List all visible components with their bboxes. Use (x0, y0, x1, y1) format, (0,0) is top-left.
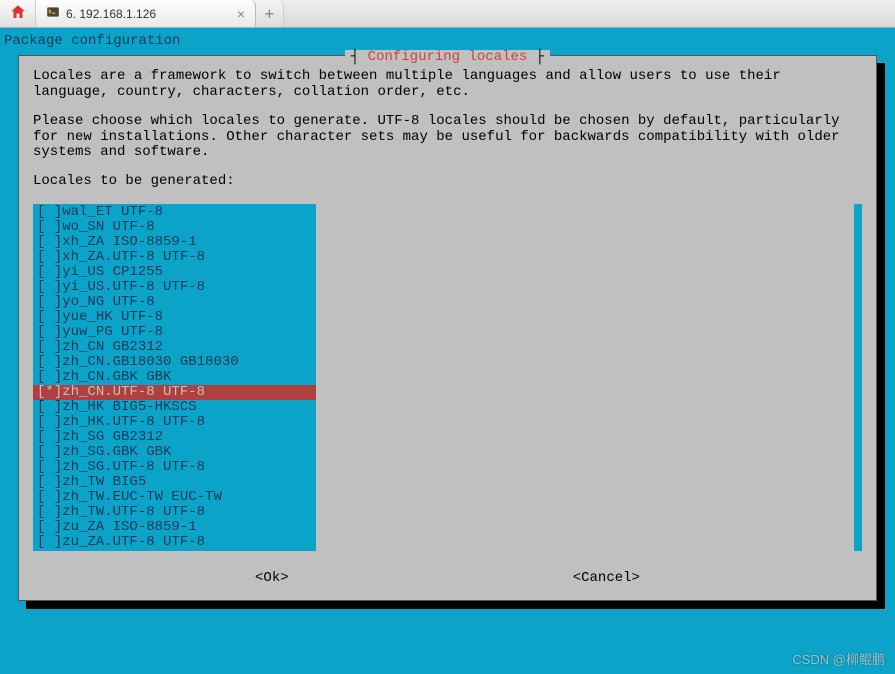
locale-label: zh_SG.GBK GBK (62, 445, 171, 460)
locale-label: yo_NG UTF-8 (62, 295, 154, 310)
locale-item[interactable]: [ ] xh_ZA.UTF-8 UTF-8 (33, 250, 316, 265)
locale-label: zh_TW.EUC-TW EUC-TW (62, 490, 222, 505)
locale-item[interactable]: [ ] zu_ZA.UTF-8 UTF-8 (33, 535, 316, 550)
checkbox-icon[interactable]: [ ] (37, 250, 62, 265)
locale-item[interactable]: [ ] yue_HK UTF-8 (33, 310, 316, 325)
locale-label: zh_CN GB2312 (62, 340, 163, 355)
checkbox-icon[interactable]: [ ] (37, 310, 62, 325)
locale-label: zh_SG GB2312 (62, 430, 163, 445)
checkbox-icon[interactable]: [ ] (37, 220, 62, 235)
locale-label: wal_ET UTF-8 (62, 205, 163, 220)
terminal-area: Package configuration Configuring locale… (0, 28, 895, 674)
locale-label: zh_CN.GB18030 GB18030 (62, 355, 238, 370)
checkbox-icon[interactable]: [ ] (37, 400, 62, 415)
watermark: CSDN @柳鲲鹏 (792, 649, 885, 668)
checkbox-icon[interactable]: [ ] (37, 505, 62, 520)
locale-item[interactable]: [ ] yo_NG UTF-8 (33, 295, 316, 310)
checkbox-icon[interactable]: [ ] (37, 415, 62, 430)
checkbox-icon[interactable]: [ ] (37, 370, 62, 385)
terminal-icon (46, 5, 60, 22)
locale-item[interactable]: [ ] zh_CN.GB18030 GB18030 (33, 355, 316, 370)
checkbox-icon[interactable]: [ ] (37, 430, 62, 445)
locale-item[interactable]: [*] zh_CN.UTF-8 UTF-8 (33, 385, 316, 400)
locale-item[interactable]: [ ] zu_ZA ISO-8859-1 (33, 520, 316, 535)
tab-title: 6. 192.168.1.126 (66, 7, 156, 21)
checkbox-icon[interactable]: [ ] (37, 535, 62, 550)
home-icon (9, 3, 27, 25)
checkbox-icon[interactable]: [*] (37, 385, 62, 400)
checkbox-icon[interactable]: [ ] (37, 445, 62, 460)
locale-label: zh_TW.UTF-8 UTF-8 (62, 505, 205, 520)
locale-item[interactable]: [ ] wo_SN UTF-8 (33, 220, 316, 235)
locale-label: wo_SN UTF-8 (62, 220, 154, 235)
plus-icon: + (265, 4, 275, 23)
checkbox-icon[interactable]: [ ] (37, 490, 62, 505)
browser-tab-bar: 6. 192.168.1.126 × + (0, 0, 895, 28)
locale-label: xh_ZA ISO-8859-1 (62, 235, 196, 250)
checkbox-icon[interactable]: [ ] (37, 340, 62, 355)
cancel-button[interactable]: <Cancel> (573, 571, 640, 586)
locale-label: yi_US CP1255 (62, 265, 163, 280)
locale-label: zh_HK BIG5-HKSCS (62, 400, 196, 415)
new-tab-button[interactable]: + (256, 0, 284, 27)
package-config-header: Package configuration (0, 28, 895, 51)
dialog-paragraph-1: Locales are a framework to switch betwee… (33, 69, 862, 100)
scrollbar[interactable] (854, 204, 862, 551)
locale-item[interactable]: [ ] zh_TW.UTF-8 UTF-8 (33, 505, 316, 520)
locale-item[interactable]: [ ] zh_HK.UTF-8 UTF-8 (33, 415, 316, 430)
close-icon[interactable]: × (237, 6, 245, 22)
checkbox-icon[interactable]: [ ] (37, 265, 62, 280)
list-label: Locales to be generated: (33, 174, 862, 189)
locale-item[interactable]: [ ] yi_US CP1255 (33, 265, 316, 280)
locale-label: yue_HK UTF-8 (62, 310, 163, 325)
locale-label: xh_ZA.UTF-8 UTF-8 (62, 250, 205, 265)
locale-item[interactable]: [ ] zh_HK BIG5-HKSCS (33, 400, 316, 415)
checkbox-icon[interactable]: [ ] (37, 520, 62, 535)
checkbox-icon[interactable]: [ ] (37, 205, 62, 220)
locale-item[interactable]: [ ] zh_TW.EUC-TW EUC-TW (33, 490, 316, 505)
dialog-title: Configuring locales (345, 50, 550, 65)
locale-item[interactable]: [ ] zh_SG.UTF-8 UTF-8 (33, 460, 316, 475)
locale-item[interactable]: [ ] yi_US.UTF-8 UTF-8 (33, 280, 316, 295)
checkbox-icon[interactable]: [ ] (37, 325, 62, 340)
checkbox-icon[interactable]: [ ] (37, 295, 62, 310)
dialog-paragraph-2: Please choose which locales to generate.… (33, 114, 862, 160)
ok-button[interactable]: <Ok> (255, 571, 289, 586)
locale-item[interactable]: [ ] zh_CN.GBK GBK (33, 370, 316, 385)
locale-item[interactable]: [ ] zh_CN GB2312 (33, 340, 316, 355)
locale-label: zh_CN.UTF-8 UTF-8 (62, 385, 205, 400)
locale-item[interactable]: [ ] zh_SG.GBK GBK (33, 445, 316, 460)
locale-label: zh_TW BIG5 (62, 475, 146, 490)
locale-item[interactable]: [ ] yuw_PG UTF-8 (33, 325, 316, 340)
locale-list[interactable]: [ ] wal_ET UTF-8[ ] wo_SN UTF-8[ ] xh_ZA… (33, 204, 316, 551)
locale-label: zu_ZA.UTF-8 UTF-8 (62, 535, 205, 550)
checkbox-icon[interactable]: [ ] (37, 280, 62, 295)
locale-item[interactable]: [ ] wal_ET UTF-8 (33, 205, 316, 220)
locale-label: yi_US.UTF-8 UTF-8 (62, 280, 205, 295)
home-button[interactable] (0, 0, 36, 27)
locale-item[interactable]: [ ] xh_ZA ISO-8859-1 (33, 235, 316, 250)
browser-tab[interactable]: 6. 192.168.1.126 × (36, 0, 256, 27)
locale-label: zh_CN.GBK GBK (62, 370, 171, 385)
locale-label: zu_ZA ISO-8859-1 (62, 520, 196, 535)
locale-label: zh_SG.UTF-8 UTF-8 (62, 460, 205, 475)
locale-item[interactable]: [ ] zh_SG GB2312 (33, 430, 316, 445)
configure-locales-dialog: Configuring locales Locales are a framew… (18, 55, 877, 601)
checkbox-icon[interactable]: [ ] (37, 235, 62, 250)
locale-item[interactable]: [ ] zh_TW BIG5 (33, 475, 316, 490)
checkbox-icon[interactable]: [ ] (37, 460, 62, 475)
checkbox-icon[interactable]: [ ] (37, 355, 62, 370)
checkbox-icon[interactable]: [ ] (37, 475, 62, 490)
locale-label: yuw_PG UTF-8 (62, 325, 163, 340)
locale-label: zh_HK.UTF-8 UTF-8 (62, 415, 205, 430)
